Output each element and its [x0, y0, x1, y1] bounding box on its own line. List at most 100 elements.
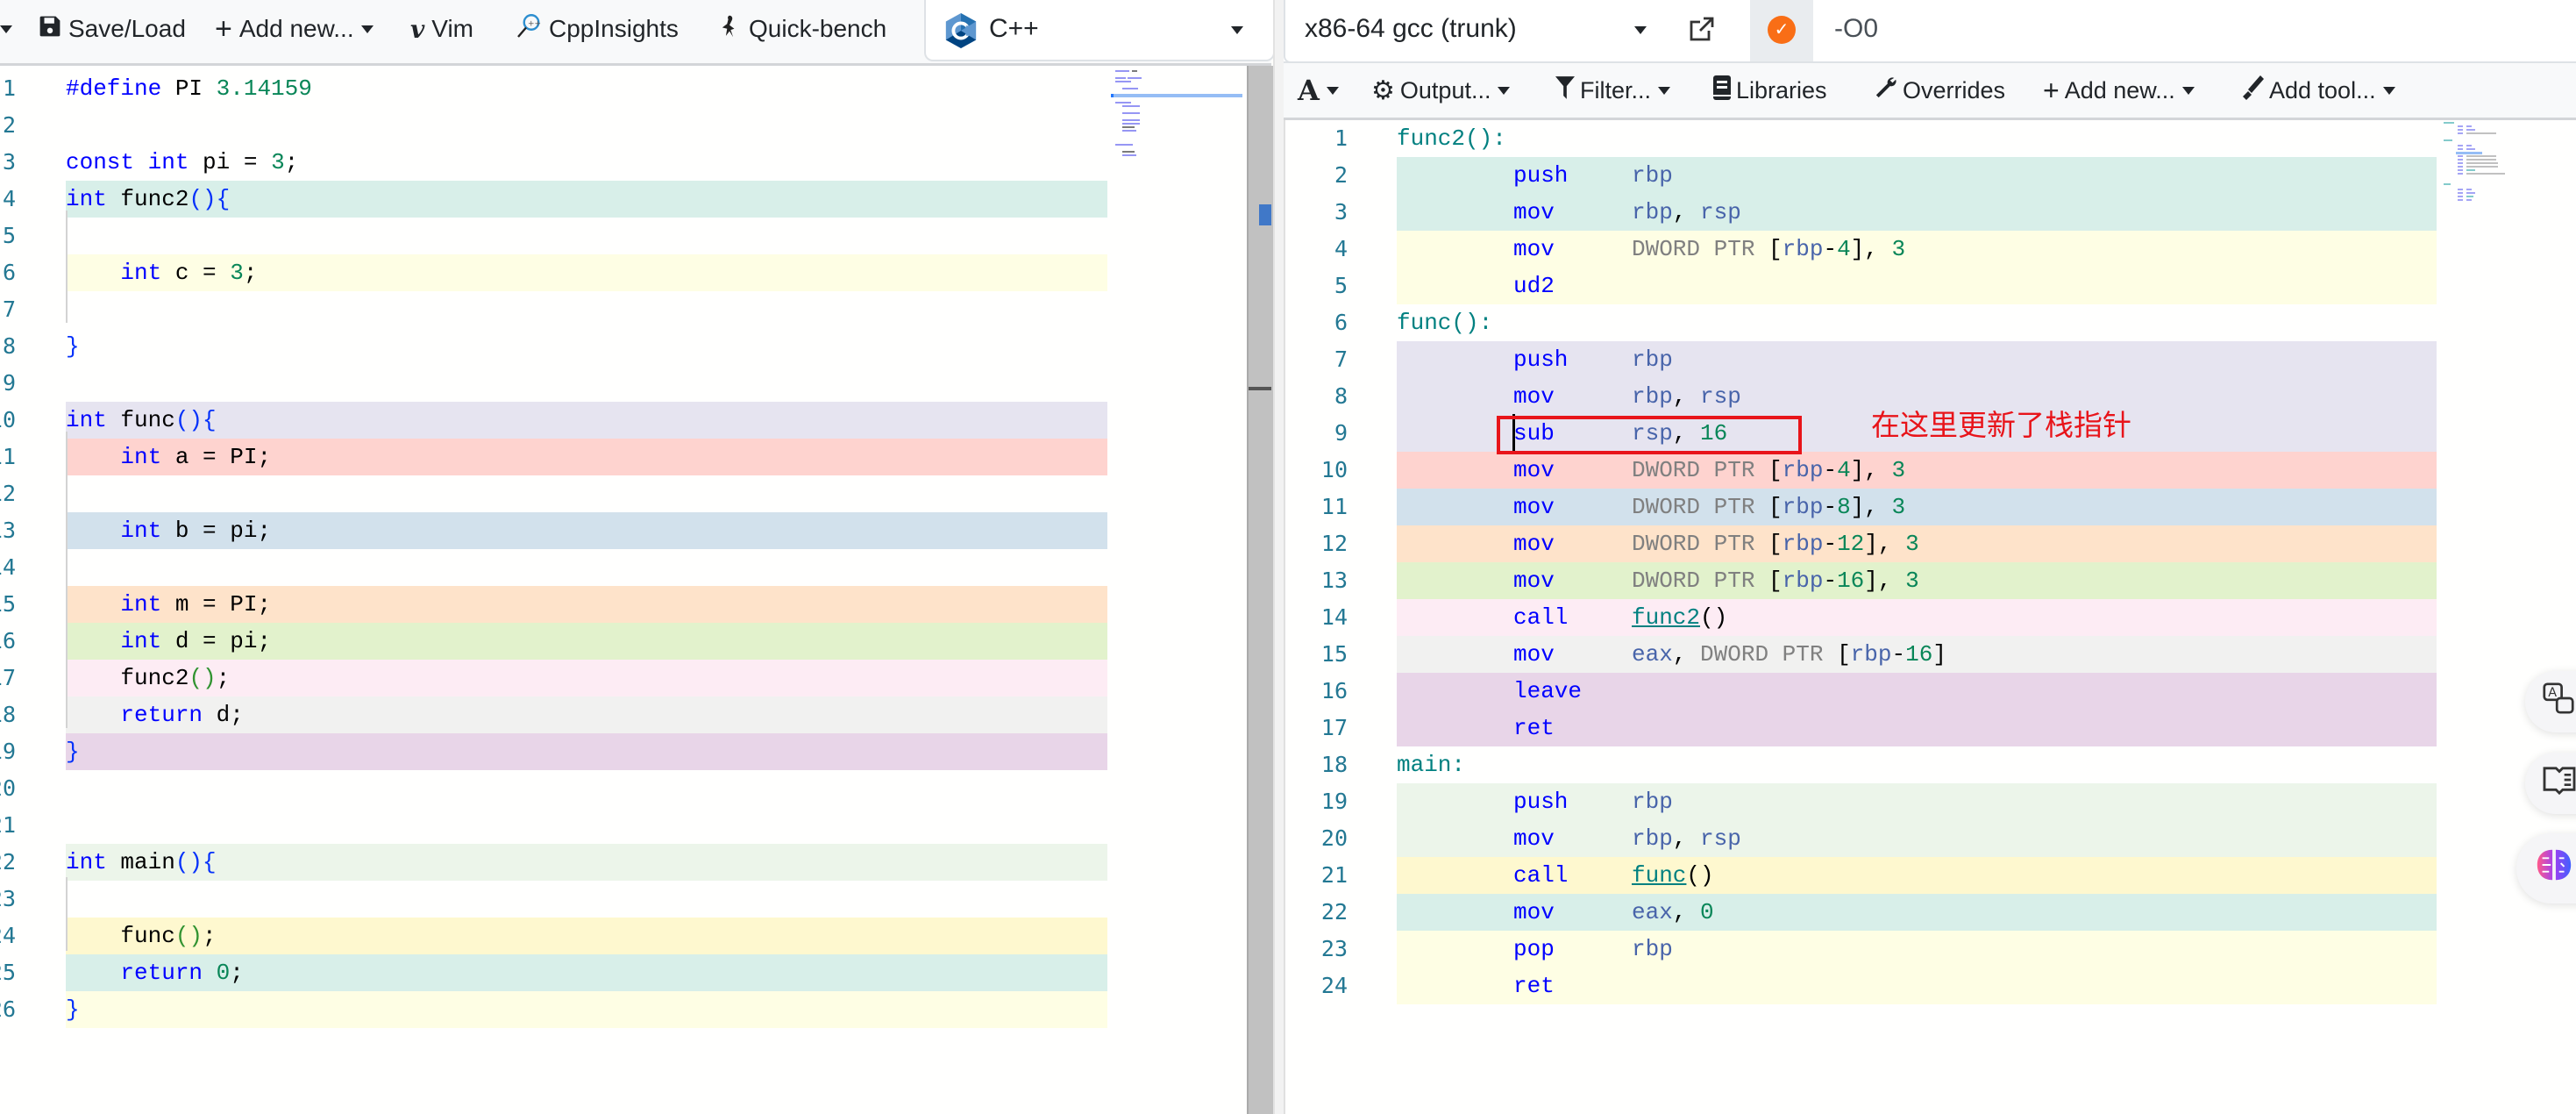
asm-operands[interactable]: eax, DWORD PTR [rbp-16]	[1632, 636, 1946, 673]
asm-mnemonic[interactable]: mov	[1513, 525, 1555, 562]
asm-mnemonic[interactable]: mov	[1513, 194, 1555, 231]
check-status-icon: ✓	[1768, 16, 1796, 44]
asm-operands[interactable]: rbp	[1632, 157, 1673, 194]
asm-operands[interactable]: rbp, rsp	[1632, 194, 1741, 231]
vim-button[interactable]: v Vim	[410, 14, 473, 44]
code-token: PI	[161, 75, 217, 102]
cppinsights-button[interactable]: ++ CppInsights	[516, 13, 679, 44]
overrides-button[interactable]: Overrides	[1875, 75, 2005, 105]
asm-mnemonic[interactable]: leave	[1513, 673, 1582, 710]
source-line[interactable]: func();	[66, 918, 216, 954]
asm-mnemonic[interactable]: mov	[1513, 378, 1555, 415]
compile-status[interactable]: ✓	[1750, 0, 1813, 61]
source-line[interactable]: }	[66, 328, 80, 365]
source-line[interactable]: func2();	[66, 660, 230, 696]
wrench-icon	[1875, 75, 1897, 106]
asm-operands[interactable]: DWORD PTR [rbp-16], 3	[1632, 562, 1919, 599]
assembly-minimap[interactable]	[2442, 120, 2512, 225]
add-new-compiler-button[interactable]: + Add new...	[2043, 75, 2195, 106]
source-line[interactable]: #define PI 3.14159	[66, 70, 312, 107]
asm-function-label[interactable]: func2():	[1397, 120, 1506, 157]
asm-mnemonic[interactable]: push	[1513, 341, 1568, 378]
operand-token: rsp	[1700, 825, 1741, 852]
operand-token: ]	[1932, 641, 1946, 668]
source-line[interactable]: int m = PI;	[66, 586, 271, 623]
asm-mnemonic[interactable]: mov	[1513, 452, 1555, 489]
operand-token: rbp	[1632, 199, 1673, 225]
asm-operands[interactable]: rbp, rsp	[1632, 378, 1741, 415]
annotation-text: 在这里更新了栈指针	[1871, 408, 2131, 442]
asm-function-label[interactable]: main:	[1397, 746, 1465, 783]
asm-operands[interactable]: rbp	[1632, 341, 1673, 378]
function-link[interactable]: func2	[1632, 604, 1700, 631]
quick-bench-button[interactable]: Quick-bench	[717, 14, 886, 44]
source-line[interactable]: }	[66, 991, 80, 1028]
asm-operands[interactable]: DWORD PTR [rbp-8], 3	[1632, 489, 1905, 525]
asm-operands[interactable]: rbp, rsp	[1632, 820, 1741, 857]
source-line[interactable]: int d = pi;	[66, 623, 271, 660]
asm-operands[interactable]: rbp	[1632, 783, 1673, 820]
popout-button[interactable]	[1688, 14, 1716, 48]
asm-mnemonic[interactable]: ret	[1513, 968, 1555, 1004]
output-button[interactable]: ⚙ Output...	[1371, 75, 1511, 105]
pane-menu-dropdown[interactable]	[0, 14, 12, 44]
source-line[interactable]: int a = PI;	[66, 439, 271, 475]
asm-mnemonic[interactable]: mov	[1513, 636, 1555, 673]
asm-mnemonic[interactable]: ud2	[1513, 268, 1555, 304]
code-token: ()	[189, 665, 217, 691]
source-line[interactable]: int func(){	[66, 402, 217, 439]
asm-operands[interactable]: DWORD PTR [rbp-4], 3	[1632, 452, 1905, 489]
asm-mnemonic[interactable]: mov	[1513, 562, 1555, 599]
libraries-button[interactable]: Libraries	[1713, 75, 1827, 105]
compiler-selector[interactable]: x86-64 gcc (trunk)	[1284, 0, 1752, 63]
asm-operands[interactable]: DWORD PTR [rbp-12], 3	[1632, 525, 1919, 562]
code-token: a = PI;	[161, 444, 272, 470]
font-size-button[interactable]: A	[1298, 74, 1339, 107]
caret-down-icon	[2181, 86, 2195, 95]
source-line[interactable]: return 0;	[66, 954, 243, 991]
compiler-options-input[interactable]: -O0	[1815, 0, 2576, 61]
indent-guide	[66, 211, 68, 323]
asm-mnemonic[interactable]: call	[1513, 599, 1568, 636]
asm-function-label[interactable]: func():	[1397, 304, 1492, 341]
operand-token: DWORD PTR	[1700, 641, 1838, 668]
asm-operands[interactable]: eax, 0	[1632, 894, 1714, 931]
asm-operands[interactable]: rbp	[1632, 931, 1673, 968]
source-line[interactable]: int b = pi;	[66, 512, 271, 549]
asm-mnemonic[interactable]: ret	[1513, 710, 1555, 746]
asm-operands[interactable]: func2()	[1632, 599, 1727, 636]
operand-token: ,	[1672, 641, 1701, 668]
line-number: 19	[0, 739, 16, 764]
code-token: }	[66, 333, 80, 360]
source-line[interactable]: int main(){	[66, 844, 217, 881]
save-load-button[interactable]: Save/Load	[39, 14, 186, 44]
add-tool-button[interactable]: Add tool...	[2243, 75, 2395, 105]
asm-line-number: 4	[1334, 236, 1348, 261]
asm-mnemonic[interactable]: mov	[1513, 894, 1555, 931]
source-line[interactable]: return d;	[66, 696, 243, 733]
asm-mnemonic[interactable]: mov	[1513, 820, 1555, 857]
asm-mnemonic[interactable]: call	[1513, 857, 1568, 894]
language-selector[interactable]: C++	[924, 0, 1275, 61]
asm-line-number: 16	[1320, 678, 1348, 703]
code-token: }	[66, 996, 80, 1023]
operand-token: rsp	[1700, 199, 1741, 225]
asm-mnemonic[interactable]: mov	[1513, 489, 1555, 525]
source-line[interactable]: const int pi = 3;	[66, 144, 298, 181]
asm-mnemonic[interactable]: push	[1513, 157, 1568, 194]
asm-operands[interactable]: DWORD PTR [rbp-4], 3	[1632, 231, 1905, 268]
source-line[interactable]: int c = 3;	[66, 254, 257, 291]
asm-mnemonic[interactable]: push	[1513, 783, 1568, 820]
add-new-button[interactable]: + Add new...	[215, 12, 374, 46]
asm-line-number: 2	[1334, 162, 1348, 188]
source-line[interactable]: int func2(){	[66, 181, 230, 218]
asm-line-number: 12	[1320, 531, 1348, 556]
operand-token: ],	[1864, 531, 1906, 557]
function-link[interactable]: func	[1632, 862, 1686, 889]
filter-button[interactable]: Filter...	[1555, 75, 1671, 105]
source-minimap[interactable]	[1111, 66, 1247, 1114]
asm-operands[interactable]: func()	[1632, 857, 1714, 894]
asm-mnemonic[interactable]: pop	[1513, 931, 1555, 968]
asm-mnemonic[interactable]: mov	[1513, 231, 1555, 268]
source-line[interactable]: }	[66, 733, 80, 770]
